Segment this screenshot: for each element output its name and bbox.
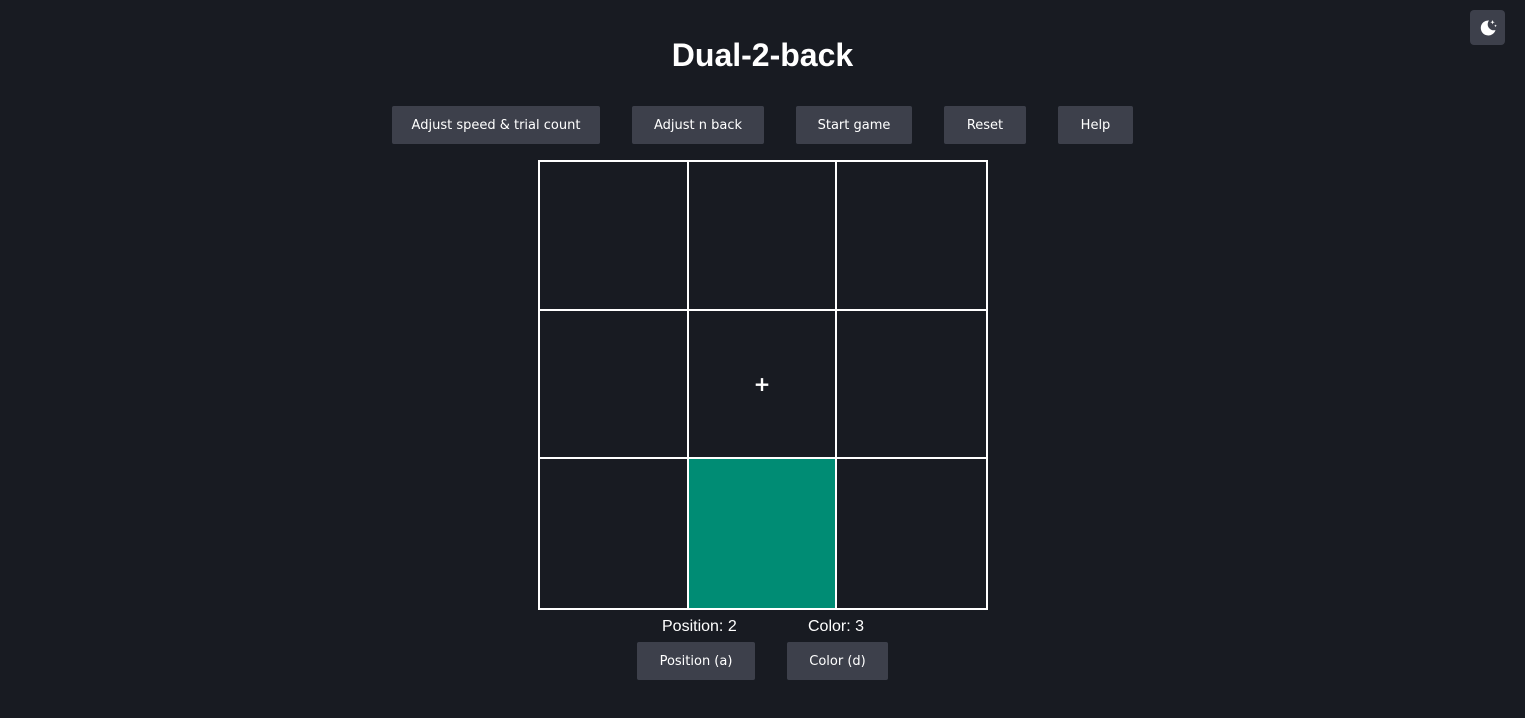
- page-title: Dual-2-back: [671, 37, 854, 73]
- board-cell: [837, 162, 986, 311]
- adjust-n-back-button[interactable]: Adjust n back: [632, 106, 764, 144]
- position-score: Position: 2: [662, 618, 737, 635]
- board-cell-center: +: [688, 310, 838, 460]
- board-cell: [540, 162, 689, 311]
- page: Dual-2-back Adjust speed & trial count A…: [0, 0, 1525, 718]
- adjust-speed-button[interactable]: Adjust speed & trial count: [392, 106, 600, 144]
- board-cell: [837, 311, 986, 460]
- color-score: Color: 3: [808, 618, 865, 635]
- help-button[interactable]: Help: [1058, 106, 1133, 144]
- start-game-button[interactable]: Start game: [796, 106, 912, 144]
- board-cell: [837, 459, 986, 608]
- board-cell-active: [688, 459, 838, 608]
- reset-button[interactable]: Reset: [944, 106, 1026, 144]
- board-cell: [540, 459, 689, 608]
- position-match-button[interactable]: Position (a): [637, 642, 755, 680]
- board-cell: [540, 310, 689, 460]
- board-cell: [688, 162, 838, 311]
- color-match-button[interactable]: Color (d): [787, 642, 888, 680]
- fixation-cross: +: [753, 371, 771, 396]
- game-board: +: [538, 160, 988, 610]
